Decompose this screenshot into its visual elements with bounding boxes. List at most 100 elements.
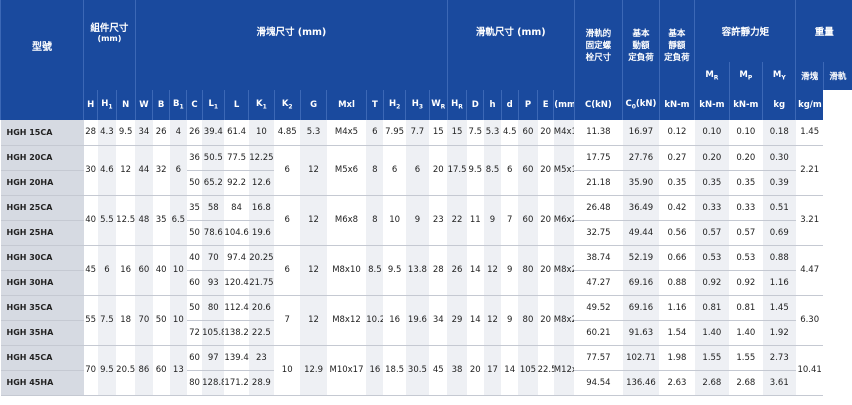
cell-mr: 1.16 xyxy=(659,295,695,321)
cell-dyn: 38.74 xyxy=(574,245,623,271)
cell-l1: 105.8 xyxy=(202,320,225,346)
cell-h1: 6 xyxy=(97,245,117,296)
cell-p: 60 xyxy=(518,145,538,196)
cell-dyn: 32.75 xyxy=(574,220,623,246)
cell-mxl: M6x8 xyxy=(326,195,367,246)
cell-mp: 0.10 xyxy=(694,120,730,146)
cell-sta: 49.44 xyxy=(622,220,660,246)
cell-e: 20 xyxy=(537,295,554,346)
cell-k2: 7 xyxy=(274,295,301,346)
cell-mp: 0.20 xyxy=(694,145,730,171)
cell-mr: 0.88 xyxy=(659,270,695,296)
cell-l: 61.4 xyxy=(224,120,249,146)
cell-hr: 29 xyxy=(447,295,467,346)
table-row: HGH 25CA 40 5.5 12.5 48 35 6.5 35 58 84 16.8 6 12 M6x… xyxy=(0,195,852,246)
model-cell: HGH 45HA xyxy=(0,370,84,396)
cell-h: 9 xyxy=(483,195,502,246)
cell-my: 0.20 xyxy=(729,145,763,171)
cell-l: 138.2 xyxy=(224,320,249,346)
cell-h3: 9 xyxy=(405,195,430,246)
cell-kgm: 2.21 xyxy=(795,145,824,196)
dynamic-load-header: 基本 動額 定負荷 xyxy=(622,0,660,90)
cell-bolt: M12x35 xyxy=(553,345,575,396)
cell-hr: 17.5 xyxy=(447,145,467,196)
cell-k1: 20.6 xyxy=(248,295,275,321)
cell-b1: 10 xyxy=(169,295,187,346)
cell-c: 35 xyxy=(186,195,203,221)
cell-mr: 0.27 xyxy=(659,145,695,171)
cell-p: 80 xyxy=(518,245,538,296)
cell-d: 14 xyxy=(466,245,484,296)
table-row: HGH 30CA 45 6 16 60 40 10 40 70 97.4 20.25 6 12 M8x10… xyxy=(0,245,852,296)
cell-b: 50 xyxy=(152,295,170,346)
cell-h: 5.3 xyxy=(483,120,502,146)
cell-h3: 6 xyxy=(405,145,430,196)
cell-mp: 0.57 xyxy=(694,220,730,246)
cell-c: 50 xyxy=(186,295,203,321)
cell-k1: 21.75 xyxy=(248,270,275,296)
cell-l1: 50.5 xyxy=(202,145,225,171)
cell-t: 8 xyxy=(366,195,384,246)
cell-kgm: 6.30 xyxy=(795,295,824,346)
cell-h2: 16 xyxy=(383,295,406,346)
cell-mp: 0.92 xyxy=(694,270,730,296)
cell-hr: 15 xyxy=(447,120,467,146)
cell-h3: 7.7 xyxy=(405,120,430,146)
model-cell: HGH 20HA xyxy=(0,170,84,196)
cell-h1: 7.5 xyxy=(97,295,117,346)
cell-c: 26 xyxy=(186,120,203,146)
cell-dyn: 26.48 xyxy=(574,195,623,221)
cell-h3: 13.8 xyxy=(405,245,430,296)
rail-weight-header: 滑軌 xyxy=(822,62,852,90)
cell-mr: 0.56 xyxy=(659,220,695,246)
header-row-1: 型號 組件尺寸 (mm) 滑塊尺寸 (mm) 滑軌尺寸 (mm) 滑軌的 固定螺 栓尺… xyxy=(0,0,852,90)
cell-l1: 78.6 xyxy=(202,220,225,246)
cell-mp: 0.53 xyxy=(694,245,730,271)
cell-n: 18 xyxy=(116,295,136,346)
cell-mr: 0.42 xyxy=(659,195,695,221)
cell-g: 12 xyxy=(300,195,327,246)
cell-c: 80 xyxy=(186,370,203,396)
static-load-header: 基本 靜額 定負荷 xyxy=(658,0,695,90)
cell-my: 0.92 xyxy=(729,270,763,296)
cell-h1: 5.5 xyxy=(97,195,117,246)
cell-e: 20 xyxy=(537,195,554,246)
cell-k2: 6 xyxy=(274,245,301,296)
cell-kg: 1.45 xyxy=(762,295,796,321)
cell-h: 12 xyxy=(483,245,502,296)
cell-k1: 16.8 xyxy=(248,195,275,221)
cell-wr: 15 xyxy=(429,120,448,146)
cell-kgm: 3.21 xyxy=(795,195,824,246)
model-cell: HGH 15CA xyxy=(0,120,84,146)
cell-c: 60 xyxy=(186,345,203,371)
cell-dyn: 21.18 xyxy=(574,170,623,196)
cell-d: 11 xyxy=(466,195,484,246)
cell-k2: 4.85 xyxy=(274,120,301,146)
cell-mxl: M8x10 xyxy=(326,245,367,296)
spec-table-body: HGH 15CA 28 4.3 9.5 34 26 4 26 39.4 61.4 10 4.85 5.3… xyxy=(0,120,852,396)
mp-header: MP xyxy=(728,62,763,90)
cell-h2: 10 xyxy=(383,195,406,246)
cell-h1: 4.6 xyxy=(97,145,117,196)
cell-e: 20 xyxy=(537,145,554,196)
block-weight-header: 滑塊 xyxy=(795,62,824,90)
cell-my: 2.68 xyxy=(729,370,763,396)
model-cell: HGH 45CA xyxy=(0,345,84,371)
cell-mp: 0.81 xyxy=(694,295,730,321)
cell-t: 8.5 xyxy=(366,245,384,296)
cell-l1: 70 xyxy=(202,245,225,271)
cell-h3: 30.5 xyxy=(405,345,430,396)
cell-kg: 3.61 xyxy=(762,370,796,396)
cell-n: 16 xyxy=(116,245,136,296)
cell-l1: 65.2 xyxy=(202,170,225,196)
cell-kg: 0.30 xyxy=(762,145,796,171)
cell-kg: 0.39 xyxy=(762,170,796,196)
cell-h: 12 xyxy=(483,295,502,346)
cell-g: 12 xyxy=(300,245,327,296)
model-header: 型號 xyxy=(0,0,84,90)
cell-mp: 0.33 xyxy=(694,195,730,221)
cell-l: 92.2 xyxy=(224,170,249,196)
cell-wr: 45 xyxy=(429,345,448,396)
cell-dyn: 77.57 xyxy=(574,345,623,371)
cell-k2: 6 xyxy=(274,195,301,246)
